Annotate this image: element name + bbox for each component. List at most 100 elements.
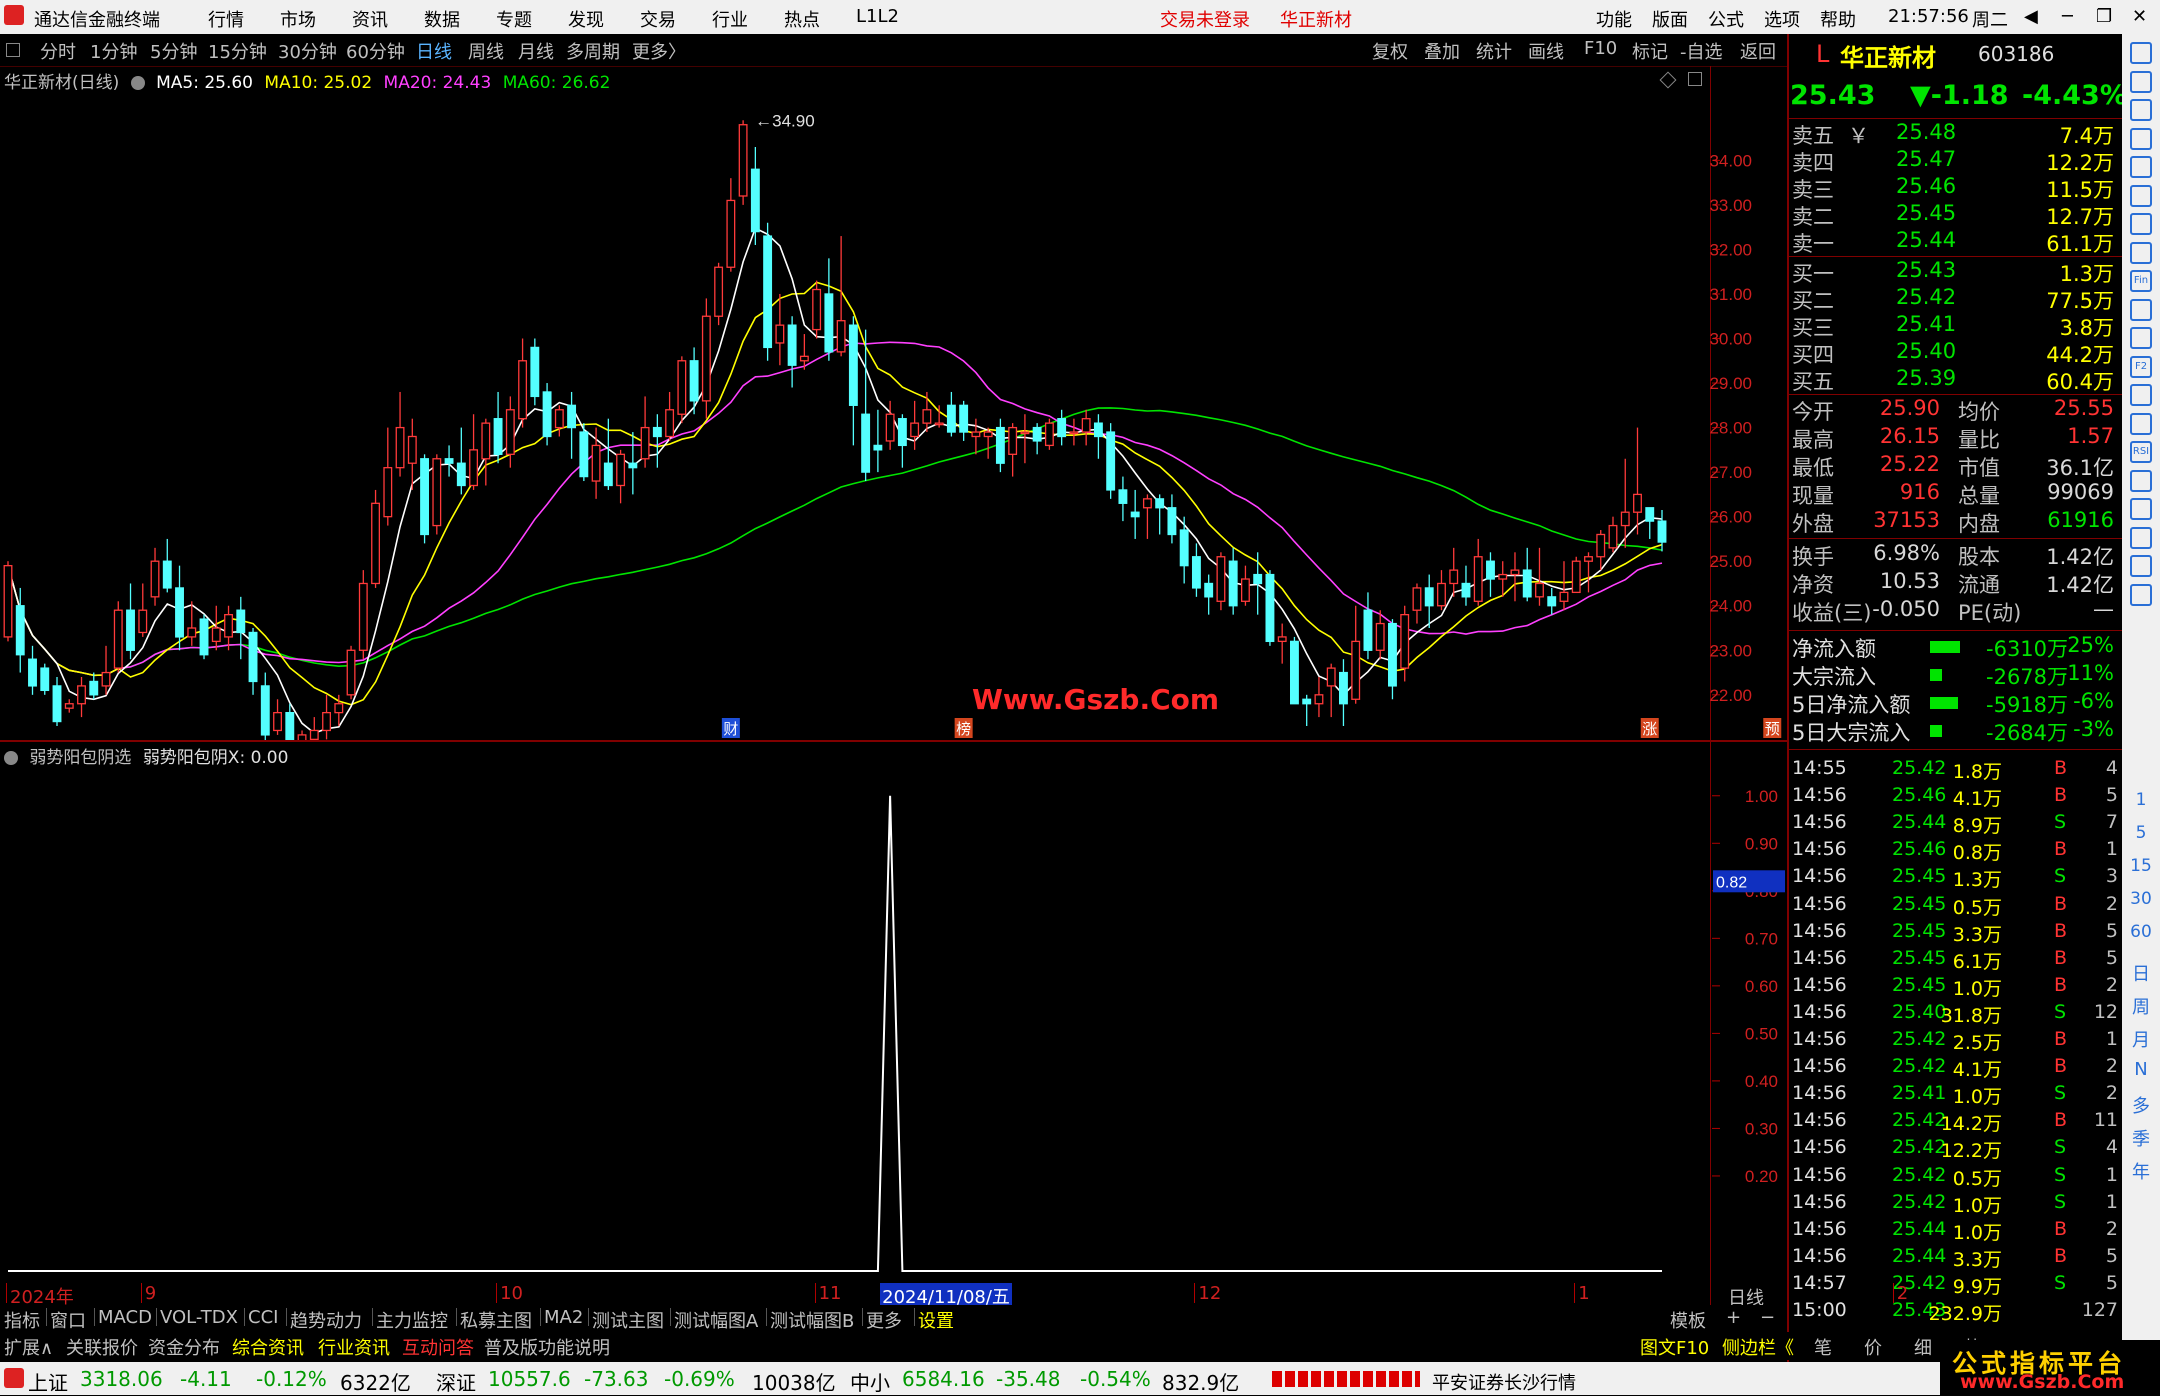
- menu-help[interactable]: 帮助: [1820, 6, 1856, 32]
- extension-tab[interactable]: 综合资讯: [232, 1334, 304, 1360]
- period-tab-daily[interactable]: 日线: [416, 38, 452, 64]
- pen-icon[interactable]: [2130, 527, 2152, 549]
- period-tab-5min[interactable]: 5分钟: [150, 38, 197, 64]
- menu-news[interactable]: 资讯: [352, 6, 388, 32]
- period-tab-monthly[interactable]: 月线: [518, 38, 554, 64]
- sidebar-cycle-0[interactable]: 日: [2122, 960, 2160, 986]
- indicator-tab[interactable]: CCI: [248, 1307, 278, 1328]
- period-tab-60min[interactable]: 60分钟: [346, 38, 405, 64]
- remove-window-button[interactable]: −: [1760, 1307, 1775, 1328]
- menu-formula[interactable]: 公式: [1708, 6, 1744, 32]
- period-tab-weekly[interactable]: 周线: [468, 38, 504, 64]
- sidebar-cycle-1[interactable]: 周: [2122, 993, 2160, 1019]
- extension-tab[interactable]: 互动问答: [402, 1334, 474, 1360]
- sidebar-period-60[interactable]: 60: [2122, 922, 2160, 942]
- sidebar-period-1[interactable]: 1: [2122, 790, 2160, 810]
- period-tab-30min[interactable]: 30分钟: [278, 38, 337, 64]
- page-icon[interactable]: [2130, 327, 2152, 349]
- news-icon[interactable]: [2130, 128, 2152, 150]
- up-arrow-icon[interactable]: [2130, 71, 2152, 93]
- sidebar-cycle-5[interactable]: 季: [2122, 1125, 2160, 1151]
- fin-icon[interactable]: Fin: [2130, 270, 2152, 292]
- menu-options[interactable]: 选项: [1764, 6, 1800, 32]
- green-icon[interactable]: [2130, 584, 2152, 606]
- grid-icon[interactable]: [2130, 156, 2152, 178]
- indicator-tab[interactable]: 测试幅图B: [770, 1307, 854, 1333]
- menu-industry[interactable]: 行业: [712, 6, 748, 32]
- indicator-tab[interactable]: 主力监控: [376, 1307, 448, 1333]
- extension-tab[interactable]: 普及版功能说明: [484, 1334, 610, 1360]
- index-sh-name[interactable]: 上证: [28, 1367, 68, 1396]
- back-button[interactable]: ◀: [2024, 6, 2038, 27]
- menu-hot[interactable]: 热点: [784, 6, 820, 32]
- stats-button[interactable]: 统计: [1476, 38, 1512, 64]
- template-button[interactable]: 模板: [1670, 1307, 1706, 1333]
- indicator-tab[interactable]: 测试幅图A: [674, 1307, 758, 1333]
- overlay-button[interactable]: 叠加: [1424, 38, 1460, 64]
- extension-tab[interactable]: 扩展∧: [4, 1334, 53, 1360]
- indicator-tab[interactable]: MACD: [98, 1307, 152, 1328]
- red-icon[interactable]: [2130, 470, 2152, 492]
- period-tab-more[interactable]: 更多〉: [632, 38, 686, 64]
- extension-tab[interactable]: 关联报价: [66, 1334, 138, 1360]
- sidebar-period-15[interactable]: 15: [2122, 856, 2160, 876]
- sidebar-cycle-2[interactable]: 月: [2122, 1026, 2160, 1052]
- tab-detail[interactable]: 细: [1914, 1334, 1932, 1360]
- mark-button[interactable]: 标记: [1632, 38, 1668, 64]
- menu-l1l2[interactable]: L1L2: [856, 6, 899, 27]
- remove-watchlist-button[interactable]: -自选: [1680, 38, 1723, 64]
- tab-trades[interactable]: 笔: [1814, 1334, 1832, 1360]
- list-icon[interactable]: [2130, 242, 2152, 264]
- menu-quote[interactable]: 行情: [208, 6, 244, 32]
- indicator-tab[interactable]: 更多: [866, 1307, 902, 1333]
- menu-data[interactable]: 数据: [424, 6, 460, 32]
- sort-icon[interactable]: [2130, 413, 2152, 435]
- f10-button[interactable]: F10: [1584, 38, 1617, 59]
- doc-icon[interactable]: [2130, 299, 2152, 321]
- indicator-tab[interactable]: 私募主图: [460, 1307, 532, 1333]
- indicator-tab[interactable]: 测试主图: [592, 1307, 664, 1333]
- menu-market[interactable]: 市场: [280, 6, 316, 32]
- sidebar-period-5[interactable]: 5: [2122, 823, 2160, 843]
- indicator-tab[interactable]: 趋势动力: [290, 1307, 362, 1333]
- login-status[interactable]: 交易未登录: [1160, 6, 1250, 32]
- period-tab-intraday[interactable]: 分时: [40, 38, 76, 64]
- f10-text-button[interactable]: 图文F10: [1640, 1334, 1709, 1360]
- tab-price[interactable]: 价: [1864, 1334, 1882, 1360]
- down-arrow-icon[interactable]: [2130, 99, 2152, 121]
- clock-icon[interactable]: [2130, 384, 2152, 406]
- index-sz-name[interactable]: 深证: [436, 1367, 476, 1396]
- sidebar-cycle-6[interactable]: 年: [2122, 1158, 2160, 1184]
- close-button[interactable]: ✕: [2132, 6, 2147, 27]
- menu-trade[interactable]: 交易: [640, 6, 676, 32]
- extension-tab[interactable]: 资金分布: [148, 1334, 220, 1360]
- fs-icon[interactable]: [2130, 555, 2152, 577]
- add-window-button[interactable]: +: [1726, 1307, 1741, 1328]
- sidebar-period-30[interactable]: 30: [2122, 889, 2160, 909]
- sidebar-cycle-3[interactable]: N: [2122, 1059, 2160, 1080]
- index-sme-name[interactable]: 中小: [850, 1367, 890, 1396]
- bars-icon[interactable]: [2130, 213, 2152, 235]
- indicator-tab[interactable]: VOL-TDX: [160, 1307, 238, 1328]
- indicator-chart[interactable]: 1.000.900.800.700.600.500.400.300.200.82: [0, 742, 1787, 1305]
- indicator-tab[interactable]: 指标: [4, 1307, 40, 1333]
- f2-icon[interactable]: F2: [2130, 356, 2152, 378]
- move-icon[interactable]: [2130, 498, 2152, 520]
- period-tab-multi[interactable]: 多周期: [566, 38, 620, 64]
- extension-tab[interactable]: 行业资讯: [318, 1334, 390, 1360]
- menu-layout[interactable]: 版面: [1652, 6, 1688, 32]
- candlestick-chart[interactable]: 34.00 33.00 32.00 31.00 30.00 29.00 28.00 27.00…: [0, 66, 1787, 740]
- indicator-tab[interactable]: 窗口: [50, 1307, 86, 1333]
- indicator-tab[interactable]: MA2: [544, 1307, 583, 1328]
- return-button[interactable]: 返回: [1740, 38, 1776, 64]
- minimize-button[interactable]: ─: [2062, 6, 2073, 27]
- sidebar-toggle-button[interactable]: 侧边栏《: [1722, 1334, 1794, 1360]
- draw-button[interactable]: 画线: [1528, 38, 1564, 64]
- rsi-icon[interactable]: RSI: [2130, 441, 2152, 463]
- menu-discover[interactable]: 发现: [568, 6, 604, 32]
- period-tab-1min[interactable]: 1分钟: [90, 38, 137, 64]
- maximize-button[interactable]: ❐: [2096, 6, 2112, 27]
- period-tab-15min[interactable]: 15分钟: [208, 38, 267, 64]
- toggle-panel-icon[interactable]: [6, 43, 20, 57]
- menu-function[interactable]: 功能: [1596, 6, 1632, 32]
